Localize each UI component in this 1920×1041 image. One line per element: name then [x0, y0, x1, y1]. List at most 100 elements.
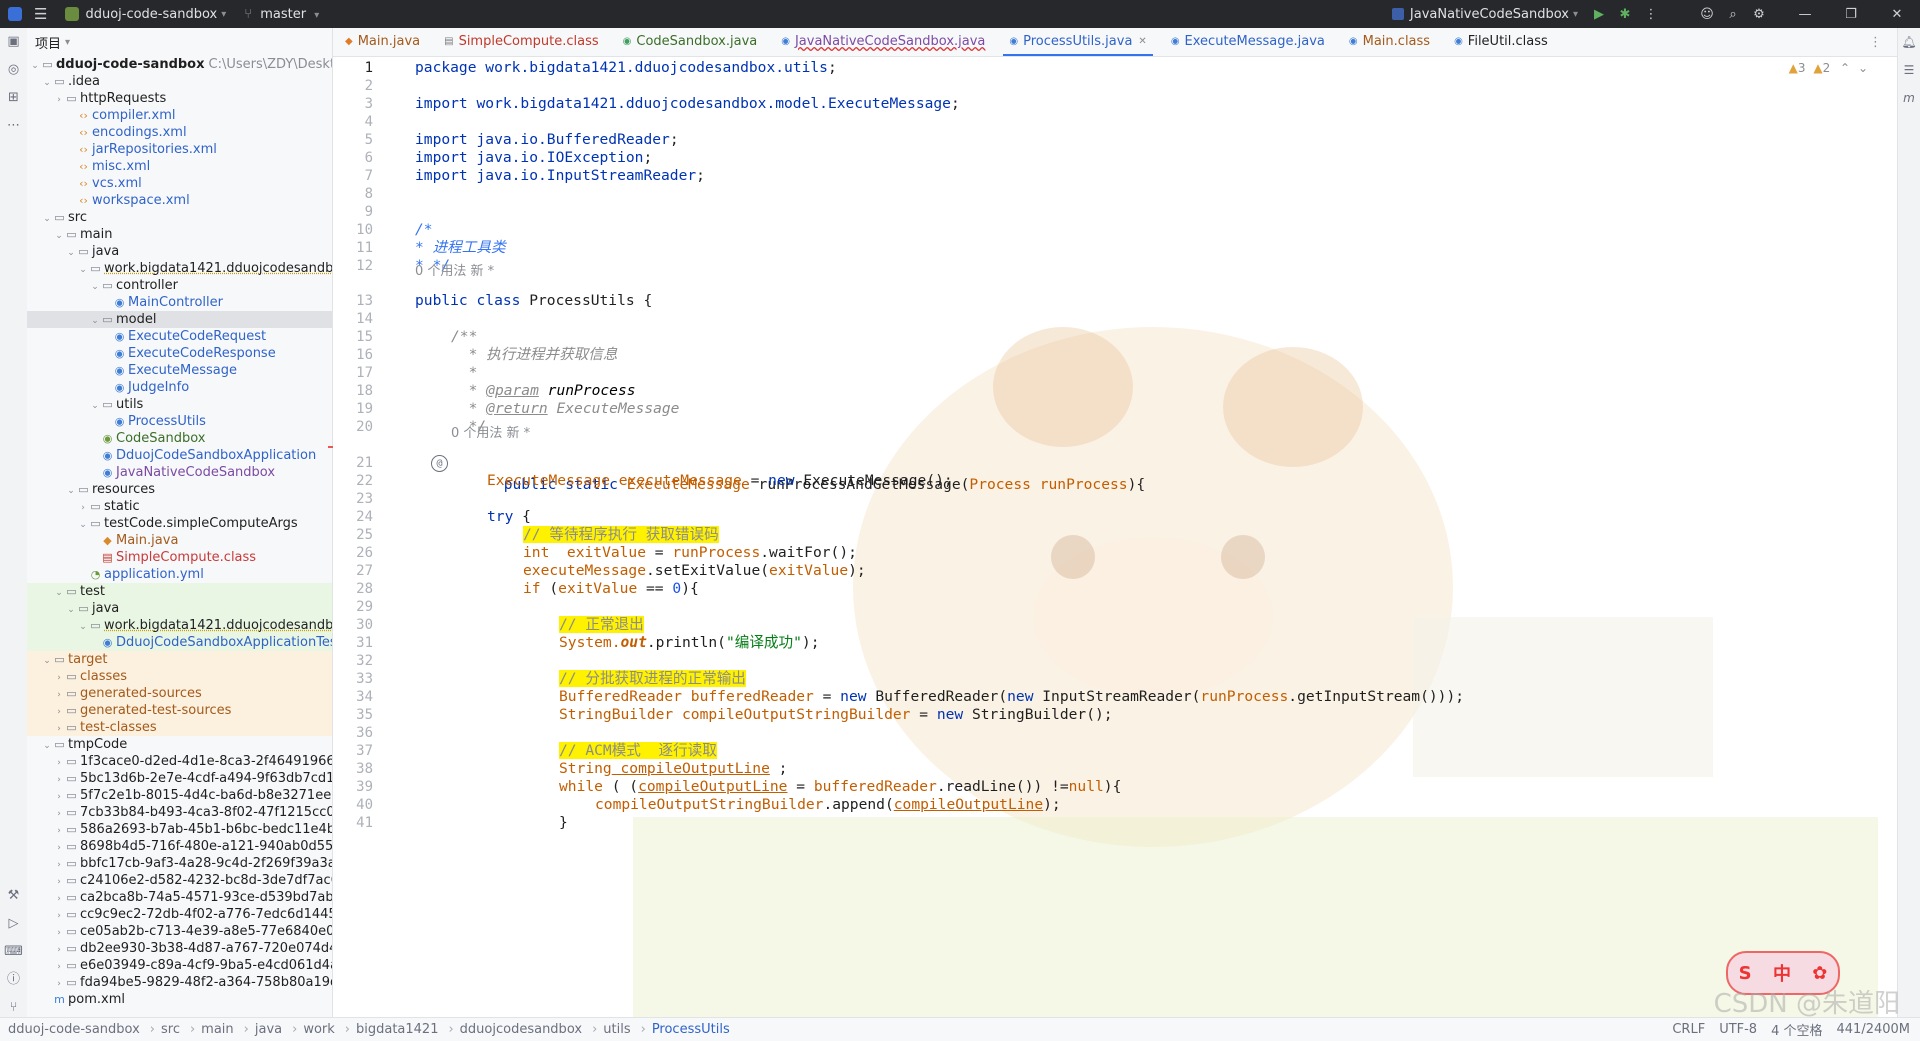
tree-row[interactable]: ⌄ ▭ tmpCode	[27, 736, 332, 753]
tree-row[interactable]: › ▭ 8698b4d5-716f-480e-a121-940ab0d552f7	[27, 838, 332, 855]
tree-row[interactable]: ◔ application.yml	[27, 566, 332, 583]
more-tools-icon[interactable]: ⋯	[0, 112, 27, 140]
notifications-icon[interactable]: 🔔︎	[1898, 28, 1920, 56]
tree-row[interactable]: ⌄ ▭ model	[27, 311, 332, 328]
database-icon[interactable]: ☰	[1898, 56, 1920, 84]
tree-row[interactable]: › ▭ cc9c9ec2-72db-4f02-a776-7edc6d1445a5	[27, 906, 332, 923]
tree-row[interactable]: ‹› encodings.xml	[27, 124, 332, 141]
tree-row[interactable]: ‹› compiler.xml	[27, 107, 332, 124]
maven-icon[interactable]: m	[1898, 84, 1920, 112]
run-configuration-selector[interactable]: JavaNativeCodeSandbox ▾	[1391, 7, 1578, 22]
tree-row[interactable]: ⌄ ▭ testCode.simpleComputeArgs	[27, 515, 332, 532]
tree-row[interactable]: ◉ ProcessUtils	[27, 413, 332, 430]
commit-tool-icon[interactable]: ◎	[0, 56, 27, 84]
main-menu-icon[interactable]: ☰	[34, 5, 47, 23]
usage-hint[interactable]: 0 个用法 新 *	[451, 424, 530, 444]
restore-icon[interactable]: ❐	[1828, 7, 1874, 22]
project-panel-header[interactable]: 项目 ▾	[27, 28, 332, 56]
tree-row[interactable]: ◉ CodeSandbox	[27, 430, 332, 447]
tree-row[interactable]: › ▭ 5f7c2e1b-8015-4d4c-ba6d-b8e3271eecdf	[27, 787, 332, 804]
breadcrumb-item[interactable]: java	[255, 1022, 282, 1037]
tree-row[interactable]: ▤ SimpleCompute.class	[27, 549, 332, 566]
usage-hint[interactable]: 0 个用法 新 *	[415, 262, 494, 282]
tree-row-root[interactable]: ⌄▭dduoj-code-sandboxC:\Users\ZDY\Desktop…	[27, 56, 332, 73]
search-icon[interactable]: ⌕	[1720, 7, 1746, 22]
tree-row[interactable]: › ▭ ce05ab2b-c713-4e39-a8e5-77e6840e0edc	[27, 923, 332, 940]
structure-tool-icon[interactable]: ⊞	[0, 84, 27, 112]
minimize-icon[interactable]: —	[1782, 7, 1828, 22]
tab-simplecompute-class[interactable]: ▤ SimpleCompute.class	[432, 28, 611, 56]
tree-row[interactable]: ⌄ ▭ test	[27, 583, 332, 600]
breadcrumb-item[interactable]: bigdata1421	[356, 1022, 438, 1037]
tree-row[interactable]: › ▭ generated-test-sources	[27, 702, 332, 719]
run-tool-icon[interactable]: ▷	[0, 910, 27, 938]
vcs-branch-widget[interactable]: ⑂ master ▾	[244, 7, 319, 22]
tree-row[interactable]: › ▭ generated-sources	[27, 685, 332, 702]
tree-row[interactable]: › ▭ static	[27, 498, 332, 515]
code-editor[interactable]: ▲3 ▲2 ⌃ ⌄ 1 2 3 4 5 6 7 8 9 10 11 12 13 14 15 16 17 18 19 2…	[333, 57, 1878, 1022]
tab-processutils-java[interactable]: ◉ ProcessUtils.java ✕	[997, 28, 1158, 56]
tree-row[interactable]: ⌄ ▭ work.bigdata1421.dduojcodesandbox	[27, 617, 332, 634]
breadcrumb-item[interactable]: main	[201, 1022, 233, 1037]
terminal-tool-icon[interactable]: ⌨	[0, 938, 27, 966]
tree-row[interactable]: ‹› workspace.xml	[27, 192, 332, 209]
breadcrumb-item[interactable]: work	[303, 1022, 334, 1037]
tree-row[interactable]: ⌄ ▭ controller	[27, 277, 332, 294]
tree-row[interactable]: ⌄ ▭ resources	[27, 481, 332, 498]
indent-selector[interactable]: 4 个空格	[1771, 1020, 1822, 1039]
breadcrumb-item[interactable]: dduoj-code-sandbox	[8, 1022, 140, 1037]
close-icon[interactable]: ✕	[1874, 7, 1920, 22]
code-area[interactable]: package work.bigdata1421.dduojcodesandbo…	[415, 57, 1878, 1022]
override-marker-icon[interactable]: @	[431, 455, 448, 472]
tree-row[interactable]: › ▭ 7cb33b84-b493-4ca3-8f02-47f1215cc080	[27, 804, 332, 821]
tree-row[interactable]: ‹› jarRepositories.xml	[27, 141, 332, 158]
tree-row[interactable]: ‹› misc.xml	[27, 158, 332, 175]
tree-row[interactable]: ◉ JudgeInfo	[27, 379, 332, 396]
tree-row[interactable]: ⌄ ▭ target	[27, 651, 332, 668]
tree-row[interactable]: › ▭ bbfc17cb-9af3-4a28-9c4d-2f269f39a3a3	[27, 855, 332, 872]
tree-row[interactable]: ⌄ ▭ main	[27, 226, 332, 243]
tree-row[interactable]: › ▭ classes	[27, 668, 332, 685]
tree-row[interactable]: ◉ MainController	[27, 294, 332, 311]
tab-main-java[interactable]: ◆ Main.java	[333, 28, 432, 56]
more-actions-icon[interactable]: ⋮	[1638, 7, 1664, 22]
tree-row[interactable]: ◉ ExecuteMessage	[27, 362, 332, 379]
tree-row[interactable]: › ▭ test-classes	[27, 719, 332, 736]
project-switcher[interactable]: dduoj-code-sandbox ▾	[65, 7, 226, 22]
build-tool-icon[interactable]: ⚒	[0, 882, 27, 910]
breadcrumb-item[interactable]: dduojcodesandbox	[460, 1022, 582, 1037]
tree-row[interactable]: ⌄ ▭ java	[27, 243, 332, 260]
memory-indicator[interactable]: 441/2400M	[1837, 1022, 1911, 1037]
run-icon[interactable]: ▶	[1586, 7, 1612, 22]
tab-fileutil-class[interactable]: ◉ FileUtil.class	[1442, 28, 1560, 56]
settings-gear-icon[interactable]: ⚙	[1746, 7, 1772, 22]
tree-row[interactable]: ⌄ ▭ java	[27, 600, 332, 617]
tree-row[interactable]: ◉ ExecuteCodeResponse	[27, 345, 332, 362]
problems-tool-icon[interactable]: ⓘ	[0, 966, 27, 994]
tree-row[interactable]: ‹› vcs.xml	[27, 175, 332, 192]
tree-row[interactable]: › ▭ e6e03949-c89a-4cf9-9ba5-e4cd061d4ae9	[27, 957, 332, 974]
tab-executemessage-java[interactable]: ◉ ExecuteMessage.java	[1159, 28, 1337, 56]
tree-row[interactable]: ⌄ ▭ utils	[27, 396, 332, 413]
tree-row[interactable]: › ▭ 586a2693-b7ab-45b1-b6bc-bedc11e4b723	[27, 821, 332, 838]
tree-row[interactable]: › ▭ httpRequests	[27, 90, 332, 107]
tree-row[interactable]: ◉ DduojCodeSandboxApplicationTests	[27, 634, 332, 651]
tab-main-class[interactable]: ◉ Main.class	[1337, 28, 1442, 56]
tree-row[interactable]: ⌄ ▭ work.bigdata1421.dduojcodesandbox	[27, 260, 332, 277]
tree-row[interactable]: m pom.xml	[27, 991, 332, 1008]
tree-row[interactable]: ⌄ ▭ src	[27, 209, 332, 226]
tree-row[interactable]: › ▭ fda94be5-9829-48f2-a364-758b80a19d36	[27, 974, 332, 991]
tree-row[interactable]: ⌄ ▭ .idea	[27, 73, 332, 90]
debug-icon[interactable]: ✱	[1612, 7, 1638, 22]
add-user-icon[interactable]: ☺	[1694, 7, 1720, 22]
tree-row[interactable]: ◉ ExecuteCodeRequest	[27, 328, 332, 345]
breadcrumb-item[interactable]: ProcessUtils	[652, 1022, 730, 1037]
tree-row[interactable]: › ▭ c24106e2-d582-4232-bc8d-3de7df7ac6b8	[27, 872, 332, 889]
line-ending-selector[interactable]: CRLF	[1672, 1022, 1705, 1037]
project-tool-icon[interactable]: ▣	[0, 28, 27, 56]
breadcrumb-item[interactable]: src	[161, 1022, 180, 1037]
tree-row[interactable]: › ▭ 5bc13d6b-2e7e-4cdf-a494-9f63db7cd115	[27, 770, 332, 787]
breadcrumb-item[interactable]: utils	[603, 1022, 630, 1037]
tree-row[interactable]: ›▭db2ee930-3b38-4d87-a767-720e074d4270	[27, 940, 332, 957]
tree-row[interactable]: ◉ JavaNativeCodeSandbox	[27, 464, 332, 481]
